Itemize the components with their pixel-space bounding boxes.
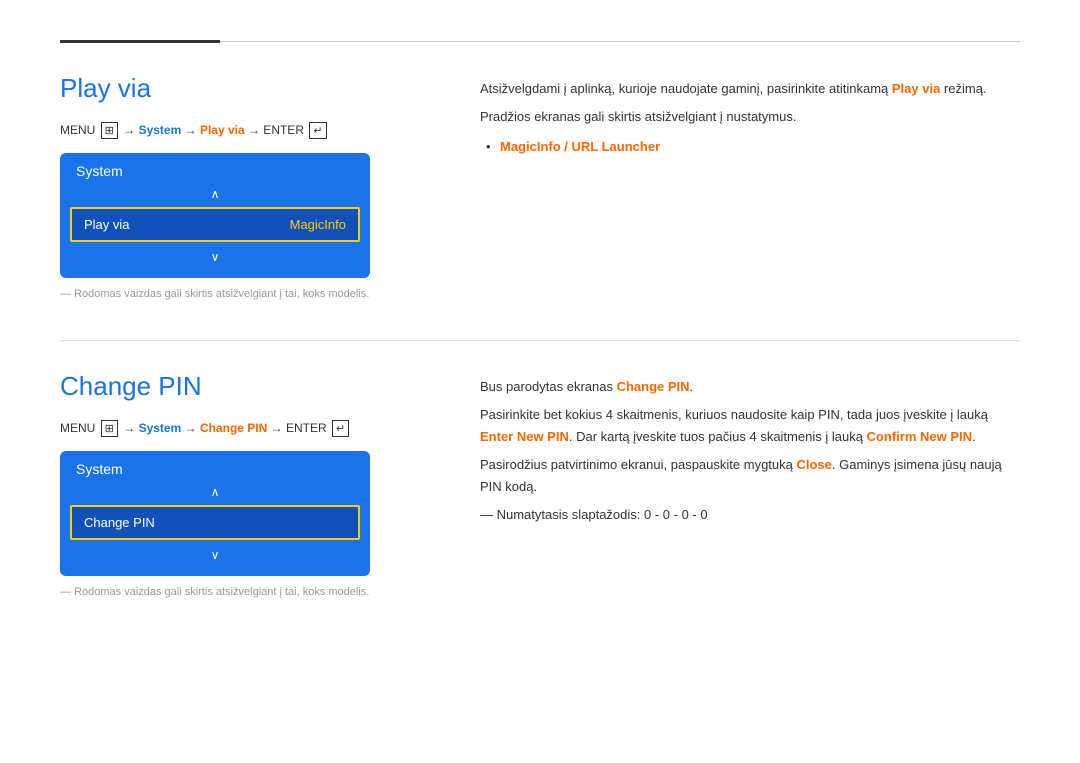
system-box-item-playvia[interactable]: Play via MagicInfo	[70, 207, 360, 242]
system-box-play-via: System ∧ Play via MagicInfo ∨	[60, 153, 370, 278]
section-right-play-via: Atsižvelgdami į aplinką, kurioje naudoja…	[480, 73, 1020, 300]
arrow-up-2: ∧	[60, 483, 370, 501]
section-divider	[60, 340, 1020, 341]
confirm-new-pin-highlight: Confirm New PIN	[867, 429, 972, 444]
enter-icon-2: ↵	[332, 420, 349, 437]
arrow-down-1: ∨	[60, 246, 370, 268]
top-border-thin	[220, 41, 1020, 42]
system-box-header-1: System	[60, 153, 370, 185]
desc-play-via-2: Pradžios ekranas gali skirtis atsižvelgi…	[480, 106, 1020, 128]
section-change-pin: Change PIN MENU ⊞ → System → Change PIN …	[60, 371, 1020, 598]
item-label-changepin: Change PIN	[84, 515, 155, 530]
section-right-change-pin: Bus parodytas ekranas Change PIN. Pasiri…	[480, 371, 1020, 598]
item-label-playvia: Play via	[84, 217, 130, 232]
bullet-item-magicinfo: MagicInfo / URL Launcher	[500, 136, 1020, 158]
section-left-play-via: Play via MENU ⊞ → System → Play via → EN…	[60, 73, 440, 300]
enter-icon: ↵	[309, 122, 326, 139]
arrow-up-1: ∧	[60, 185, 370, 203]
top-border	[60, 40, 1020, 43]
menu-path-change-pin: MENU ⊞ → System → Change PIN → ENTER ↵	[60, 420, 440, 437]
changepin-highlight: Change PIN	[617, 379, 690, 394]
desc-change-pin-4: ― Numatytasis slaptažodis: 0 - 0 - 0 - 0	[480, 504, 1020, 526]
item-value-magicinfo: MagicInfo	[290, 217, 346, 232]
section-left-change-pin: Change PIN MENU ⊞ → System → Change PIN …	[60, 371, 440, 598]
playvia-highlight-1: Play via	[892, 81, 940, 96]
system-box-item-changepin[interactable]: Change PIN	[70, 505, 360, 540]
arrow-down-2: ∨	[60, 544, 370, 566]
system-label-2: System	[139, 421, 182, 435]
page-container: Play via MENU ⊞ → System → Play via → EN…	[0, 0, 1080, 678]
section-play-via: Play via MENU ⊞ → System → Play via → EN…	[60, 73, 1020, 300]
system-box-change-pin: System ∧ Change PIN ∨	[60, 451, 370, 576]
magicinfo-link: MagicInfo / URL Launcher	[500, 139, 660, 154]
desc-change-pin-2: Pasirinkite bet kokius 4 skaitmenis, kur…	[480, 404, 1020, 448]
desc-change-pin-3: Pasirodžius patvirtinimo ekranui, paspau…	[480, 454, 1020, 498]
menu-icon-2: ⊞	[101, 420, 118, 437]
desc-change-pin-1: Bus parodytas ekranas Change PIN.	[480, 376, 1020, 398]
system-box-header-2: System	[60, 451, 370, 483]
close-highlight: Close	[796, 457, 831, 472]
note-change-pin: Rodomas vaizdas gali skirtis atsižvelgia…	[60, 586, 440, 598]
section-title-change-pin: Change PIN	[60, 371, 440, 402]
bullet-list-play-via: MagicInfo / URL Launcher	[480, 136, 1020, 158]
top-border-thick	[60, 40, 220, 43]
system-label: System	[139, 123, 182, 137]
menu-icon: ⊞	[101, 122, 118, 139]
note-play-via: Rodomas vaizdas gali skirtis atsižvelgia…	[60, 288, 440, 300]
section-title-play-via: Play via	[60, 73, 440, 104]
desc-play-via-1: Atsižvelgdami į aplinką, kurioje naudoja…	[480, 78, 1020, 100]
enter-new-pin-highlight: Enter New PIN	[480, 429, 569, 444]
playvia-label: Play via	[200, 123, 245, 137]
menu-path-play-via: MENU ⊞ → System → Play via → ENTER ↵	[60, 122, 440, 139]
changepin-label: Change PIN	[200, 421, 267, 435]
